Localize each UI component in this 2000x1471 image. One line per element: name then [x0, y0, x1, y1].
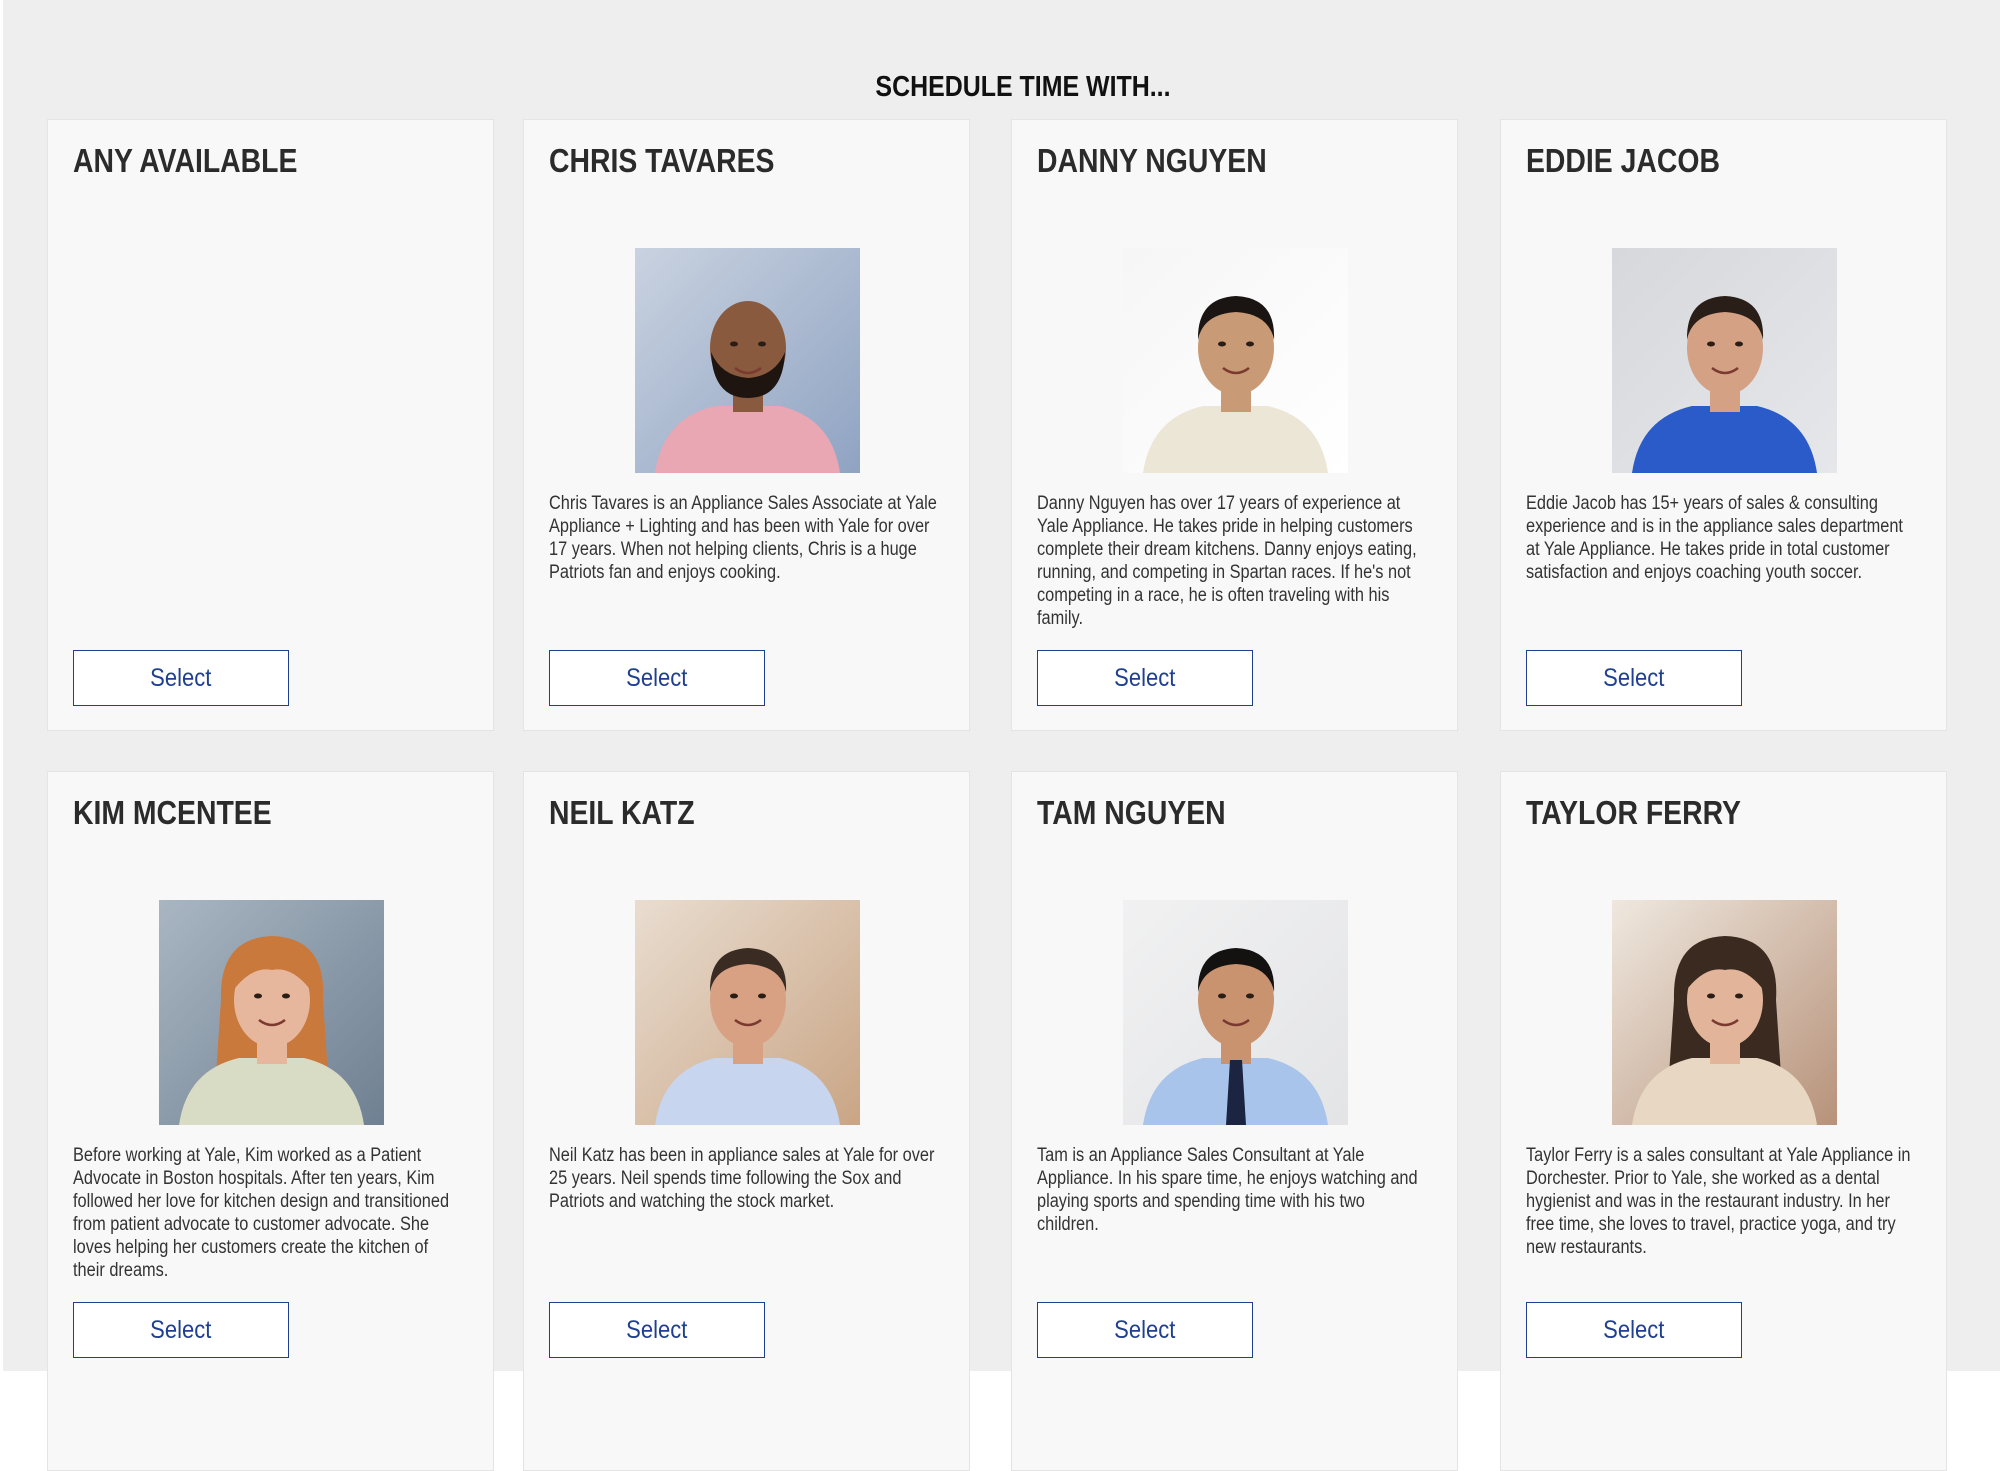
- portrait-image: [1612, 248, 1837, 473]
- select-button-label: Select: [1114, 663, 1176, 692]
- portrait-image: [1123, 900, 1348, 1125]
- card-name: CHRIS TAVARES: [549, 142, 775, 179]
- card-bio: Chris Tavares is an Appliance Sales Asso…: [549, 493, 937, 583]
- card-bio: Eddie Jacob has 15+ years of sales & con…: [1526, 493, 1903, 583]
- card-name: EDDIE JACOB: [1526, 142, 1720, 179]
- staff-photo: [1612, 900, 1837, 1125]
- portrait-image: [635, 900, 860, 1125]
- select-button[interactable]: Select: [1526, 650, 1742, 706]
- select-button-label: Select: [626, 663, 688, 692]
- portrait-image: [635, 248, 860, 473]
- card-tam-nguyen: TAM NGUYEN Tam is an Appliance Sales Con…: [1011, 771, 1458, 1471]
- page-background: SCHEDULE TIME WITH... ANY AVAILABLE Sele…: [3, 0, 2000, 1471]
- card-name: DANNY NGUYEN: [1037, 142, 1267, 179]
- card-danny-nguyen: DANNY NGUYEN Danny Nguyen has over 17 ye…: [1011, 119, 1458, 731]
- card-bio: Before working at Yale, Kim worked as a …: [73, 1145, 450, 1281]
- card-kim-mcentee: KIM MCENTEE Before working at Yale, Kim …: [47, 771, 494, 1471]
- card-bio: Neil Katz has been in appliance sales at…: [549, 1145, 935, 1212]
- card-any-available: ANY AVAILABLE Select: [47, 119, 494, 731]
- card-chris-tavares: CHRIS TAVARES Chris Tavares is an Applia…: [523, 119, 970, 731]
- select-button[interactable]: Select: [73, 1302, 289, 1358]
- card-name: ANY AVAILABLE: [73, 142, 298, 179]
- page-title: SCHEDULE TIME WITH...: [875, 71, 1171, 104]
- select-button[interactable]: Select: [549, 650, 765, 706]
- staff-photo: [635, 248, 860, 473]
- staff-photo: [1123, 248, 1348, 473]
- select-button[interactable]: Select: [1037, 650, 1253, 706]
- staff-photo: [159, 900, 384, 1125]
- card-name: KIM MCENTEE: [73, 794, 272, 831]
- select-button-label: Select: [150, 1315, 212, 1344]
- select-button[interactable]: Select: [1037, 1302, 1253, 1358]
- select-button[interactable]: Select: [549, 1302, 765, 1358]
- portrait-image: [1612, 900, 1837, 1125]
- staff-photo: [1612, 248, 1837, 473]
- staff-photo: [1123, 900, 1348, 1125]
- card-taylor-ferry: TAYLOR FERRY Taylor Ferry is a sales con…: [1500, 771, 1947, 1471]
- select-button-label: Select: [1603, 663, 1665, 692]
- card-neil-katz: NEIL KATZ Neil Katz has been in applianc…: [523, 771, 970, 1471]
- select-button[interactable]: Select: [1526, 1302, 1742, 1358]
- select-button-label: Select: [1114, 1315, 1176, 1344]
- card-name: NEIL KATZ: [549, 794, 695, 831]
- select-button-label: Select: [150, 663, 212, 692]
- select-button-label: Select: [626, 1315, 688, 1344]
- select-button[interactable]: Select: [73, 650, 289, 706]
- portrait-image: [1123, 248, 1348, 473]
- card-name: TAM NGUYEN: [1037, 794, 1226, 831]
- card-bio: Tam is an Appliance Sales Consultant at …: [1037, 1145, 1418, 1235]
- card-eddie-jacob: EDDIE JACOB Eddie Jacob has 15+ years of…: [1500, 119, 1947, 731]
- portrait-image: [159, 900, 384, 1125]
- card-name: TAYLOR FERRY: [1526, 794, 1741, 831]
- staff-photo: [635, 900, 860, 1125]
- select-button-label: Select: [1603, 1315, 1665, 1344]
- card-bio: Taylor Ferry is a sales consultant at Ya…: [1526, 1145, 1911, 1258]
- card-bio: Danny Nguyen has over 17 years of experi…: [1037, 493, 1417, 629]
